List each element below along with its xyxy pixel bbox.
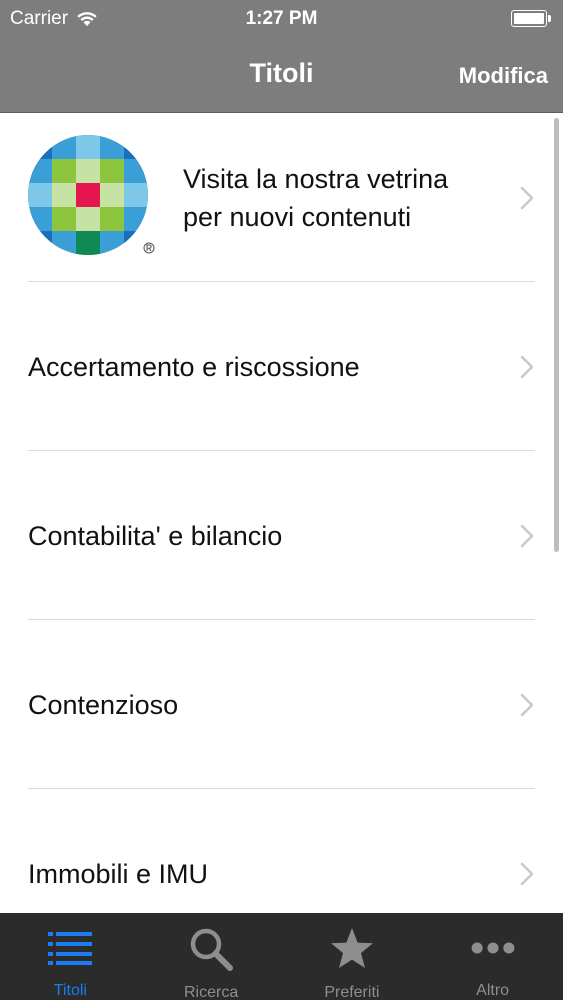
list-item-label: Immobili e IMU (28, 858, 209, 889)
status-bar: Carrier 1:27 PM (0, 0, 563, 38)
battery-icon (511, 10, 551, 27)
star-icon (330, 928, 373, 968)
list-icon (48, 932, 93, 965)
titles-list: Visita la nostra vetrina per nuovi conte… (0, 113, 563, 913)
list-item[interactable]: Contenzioso (0, 620, 563, 789)
tab-altro[interactable]: Altro (422, 913, 563, 1000)
brand-logo-icon (28, 135, 155, 255)
list-item[interactable]: Accertamento e riscossione (0, 282, 563, 451)
list-item-showcase[interactable]: Visita la nostra vetrina per nuovi conte… (0, 113, 563, 282)
tab-label: Titoli (53, 982, 87, 999)
navigation-header: Carrier 1:27 PM Titoli Modifica (0, 0, 563, 113)
chevron-right-icon (520, 862, 534, 885)
tab-label: Preferiti (324, 984, 380, 1000)
showcase-line-1: Visita la nostra vetrina (183, 163, 449, 194)
showcase-label: Visita la nostra vetrina per nuovi conte… (183, 160, 448, 236)
showcase-line-2: per nuovi contenuti (183, 201, 412, 232)
chevron-right-icon (520, 355, 534, 378)
more-icon (471, 942, 515, 954)
list-item[interactable]: Contabilita' e bilancio (0, 451, 563, 620)
edit-button[interactable]: Modifica (459, 63, 548, 89)
tab-label: Ricerca (184, 984, 239, 1000)
tab-bar: Titoli Ricerca Preferiti Altro (0, 913, 563, 1000)
tab-label: Altro (476, 982, 510, 999)
status-time: 1:27 PM (245, 8, 318, 29)
chevron-right-icon (520, 186, 534, 209)
list-item-label: Contabilita' e bilancio (28, 520, 283, 551)
list-item-label: Contenzioso (28, 689, 179, 720)
chevron-right-icon (520, 693, 534, 716)
list-item[interactable]: Immobili e IMU (0, 789, 563, 913)
list-item-label: Accertamento e riscossione (28, 351, 360, 382)
tab-preferiti[interactable]: Preferiti (282, 913, 423, 1000)
scrollbar[interactable] (554, 118, 559, 552)
search-icon (190, 928, 234, 971)
tab-ricerca[interactable]: Ricerca (141, 913, 282, 1000)
tab-titoli[interactable]: Titoli (0, 913, 141, 1000)
chevron-right-icon (520, 524, 534, 547)
